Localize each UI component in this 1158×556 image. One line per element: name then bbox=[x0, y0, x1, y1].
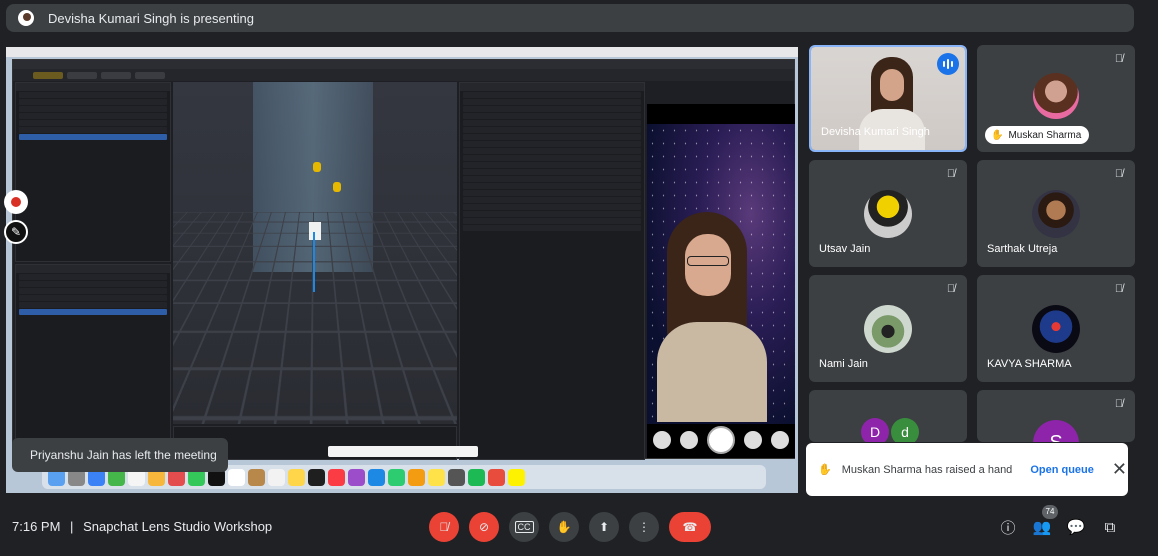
end-call-icon: ☎ bbox=[682, 520, 698, 534]
side-panel-buttons: ⓘ 👥 74 💬 ⧉ bbox=[998, 505, 1120, 537]
pen-tool-button[interactable]: ✎ bbox=[4, 220, 28, 244]
objects-panel bbox=[15, 82, 171, 262]
participant-name: Nami Jain bbox=[819, 358, 868, 370]
more-options-button[interactable]: ⋮ bbox=[629, 512, 659, 542]
end-call-button[interactable]: ☎ bbox=[669, 512, 711, 542]
presenting-banner: Devisha Kumari Singh is presenting bbox=[6, 4, 1134, 32]
avatar bbox=[1032, 190, 1080, 238]
lens-studio-window bbox=[12, 59, 795, 460]
mic-off-icon: 🎙̸ bbox=[946, 168, 956, 180]
chat-button[interactable]: 💬 bbox=[1066, 517, 1086, 537]
raised-hand-toast: ✋ Muskan Sharma has raised a hand Open q… bbox=[806, 443, 1128, 496]
camera-toggle-button[interactable]: ⊘ bbox=[469, 512, 499, 542]
call-controls: 🎙̸ ⊘ CC ✋ ⬆ ⋮ ☎ bbox=[429, 512, 711, 542]
present-button[interactable]: ⬆ bbox=[589, 512, 619, 542]
lens-carousel bbox=[653, 426, 789, 454]
resources-panel bbox=[15, 264, 171, 460]
inspector-panel bbox=[459, 82, 645, 460]
selected-object bbox=[309, 222, 321, 240]
captions-button[interactable]: CC bbox=[509, 512, 539, 542]
present-icon: ⬆ bbox=[598, 520, 610, 534]
avatar bbox=[864, 190, 912, 238]
avatar bbox=[1033, 73, 1079, 119]
left-meeting-toast: Priyanshu Jain has left the meeting bbox=[12, 438, 228, 472]
meeting-title: Snapchat Lens Studio Workshop bbox=[83, 519, 273, 534]
scene-object bbox=[333, 182, 341, 192]
participant-tile[interactable]: D d bbox=[809, 390, 967, 442]
participant-tile[interactable]: 🎙̸ S bbox=[977, 390, 1135, 442]
participant-tile[interactable]: 🎙̸ Nami Jain bbox=[809, 275, 967, 382]
avatar bbox=[864, 305, 912, 353]
mic-off-icon: 🎙̸ bbox=[1114, 168, 1124, 180]
participant-name: Sarthak Utreja bbox=[987, 243, 1058, 255]
captions-icon: CC bbox=[514, 521, 534, 533]
avatar-initial: d bbox=[891, 418, 919, 442]
scene-viewport bbox=[173, 82, 457, 424]
participant-name: Muskan Sharma bbox=[1008, 129, 1082, 141]
bottom-control-bar: 7:16 PM | Snapchat Lens Studio Workshop … bbox=[0, 500, 1158, 556]
mic-off-icon: 🎙̸ bbox=[1114, 53, 1124, 65]
scene-object bbox=[313, 162, 321, 172]
activities-button[interactable]: ⧉ bbox=[1100, 517, 1120, 537]
recording-tools: ✎ bbox=[4, 190, 28, 250]
avatar-initial: S bbox=[1033, 420, 1079, 442]
meet-window: Devisha Kumari Singh is presenting ✎ Pri… bbox=[0, 0, 1158, 556]
preview-camera-feed bbox=[647, 124, 795, 424]
participant-tile[interactable]: 🎙̸ KAVYA SHARMA bbox=[977, 275, 1135, 382]
mic-off-icon: 🎙̸ bbox=[946, 283, 956, 295]
meeting-details-button[interactable]: ⓘ bbox=[998, 517, 1018, 537]
activities-icon: ⧉ bbox=[1104, 518, 1116, 536]
presenter-avatar bbox=[16, 8, 36, 28]
screen-share-bar bbox=[328, 446, 478, 457]
chat-icon: 💬 bbox=[1066, 519, 1086, 536]
info-icon: ⓘ bbox=[1000, 519, 1016, 537]
camera-off-icon: ⊘ bbox=[478, 520, 490, 534]
participant-name: Utsav Jain bbox=[819, 243, 871, 255]
shared-screen bbox=[6, 47, 798, 493]
mic-off-icon: 🎙̸ bbox=[1114, 398, 1124, 410]
pen-icon: ✎ bbox=[10, 225, 22, 239]
avatar bbox=[1032, 305, 1080, 353]
avatar-initial: D bbox=[861, 418, 889, 442]
participant-tile-presenter[interactable]: Devisha Kumari Singh bbox=[809, 45, 967, 152]
participant-tile[interactable]: 🎙̸ ✋ Muskan Sharma bbox=[977, 45, 1135, 152]
open-queue-button[interactable]: Open queue bbox=[1030, 464, 1094, 476]
lens-studio-titlebar bbox=[13, 60, 794, 69]
close-icon[interactable]: ✕ bbox=[1112, 459, 1127, 480]
people-icon: 👥 bbox=[1032, 519, 1052, 536]
hand-icon: ✋ bbox=[991, 129, 1004, 141]
participant-name: KAVYA SHARMA bbox=[987, 358, 1072, 370]
lens-preview bbox=[647, 104, 795, 458]
mic-off-icon: 🎙̸ bbox=[1114, 283, 1124, 295]
speaking-indicator-icon bbox=[937, 53, 959, 75]
record-button[interactable] bbox=[4, 190, 28, 214]
mic-toggle-button[interactable]: 🎙̸ bbox=[429, 512, 459, 542]
more-vert-icon: ⋮ bbox=[638, 520, 650, 534]
hand-icon: ✋ bbox=[818, 464, 832, 476]
mac-menu-bar bbox=[6, 47, 798, 57]
hand-icon: ✋ bbox=[556, 520, 572, 534]
preview-status-bar bbox=[647, 104, 795, 116]
people-count-badge: 74 bbox=[1042, 505, 1058, 519]
raised-hand-message: Muskan Sharma has raised a hand bbox=[841, 463, 1013, 476]
hand-raised-badge: ✋ Muskan Sharma bbox=[985, 126, 1090, 144]
lens-studio-toolbar bbox=[13, 69, 794, 81]
presenting-text: Devisha Kumari Singh is presenting bbox=[48, 10, 254, 26]
meeting-info: 7:16 PM | Snapchat Lens Studio Workshop bbox=[12, 519, 272, 534]
gizmo-axis bbox=[313, 232, 315, 292]
participant-name: Devisha Kumari Singh bbox=[821, 126, 930, 138]
raise-hand-button[interactable]: ✋ bbox=[549, 512, 579, 542]
mic-off-icon: 🎙̸ bbox=[439, 520, 449, 534]
separator: | bbox=[70, 519, 74, 534]
people-button[interactable]: 👥 74 bbox=[1032, 505, 1058, 537]
clock: 7:16 PM bbox=[12, 519, 61, 534]
record-dot-icon bbox=[11, 197, 21, 207]
participant-tile[interactable]: 🎙̸ Utsav Jain bbox=[809, 160, 967, 267]
participant-tile[interactable]: 🎙̸ Sarthak Utreja bbox=[977, 160, 1135, 267]
